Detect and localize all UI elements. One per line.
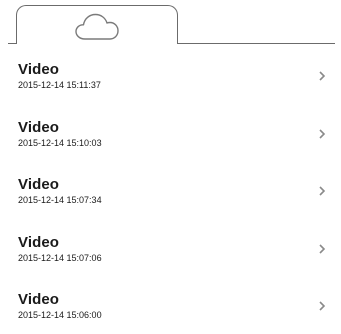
video-title: Video xyxy=(18,118,60,136)
chevron-right-icon xyxy=(319,243,326,254)
video-date: 2015-12-14 15:07:34 xyxy=(18,195,102,205)
video-title: Video xyxy=(18,61,60,78)
list-item[interactable]: Video 2015-12-14 15:10:03 xyxy=(0,106,341,164)
video-list-screen: Video 2015-12-14 15:11:37 Video 2015-12-… xyxy=(0,0,341,334)
list-item[interactable]: Video 2015-12-14 15:07:06 xyxy=(0,221,341,279)
chevron-right-icon xyxy=(319,71,326,81)
tab-cloud[interactable] xyxy=(16,5,178,44)
tab-bar-divider-right xyxy=(178,43,335,44)
video-date: 2015-12-14 15:07:06 xyxy=(18,252,102,263)
list-item[interactable]: Video 2015-12-14 15:06:00 xyxy=(0,278,341,334)
chevron-right-icon xyxy=(319,186,326,196)
cloud-icon xyxy=(75,13,119,40)
list-item[interactable]: Video 2015-12-14 15:11:37 xyxy=(0,48,341,106)
video-title: Video xyxy=(18,176,60,193)
tab-bar xyxy=(0,0,341,44)
list-item[interactable]: Video 2015-12-14 15:07:34 xyxy=(0,163,341,221)
video-title: Video xyxy=(18,233,60,251)
video-date: 2015-12-14 15:11:37 xyxy=(18,80,101,90)
chevron-right-icon xyxy=(319,128,326,139)
chevron-right-icon xyxy=(319,301,326,311)
video-date: 2015-12-14 15:10:03 xyxy=(18,137,102,148)
video-date: 2015-12-14 15:06:00 xyxy=(18,310,102,320)
video-list: Video 2015-12-14 15:11:37 Video 2015-12-… xyxy=(0,48,341,334)
video-title: Video xyxy=(18,291,60,308)
